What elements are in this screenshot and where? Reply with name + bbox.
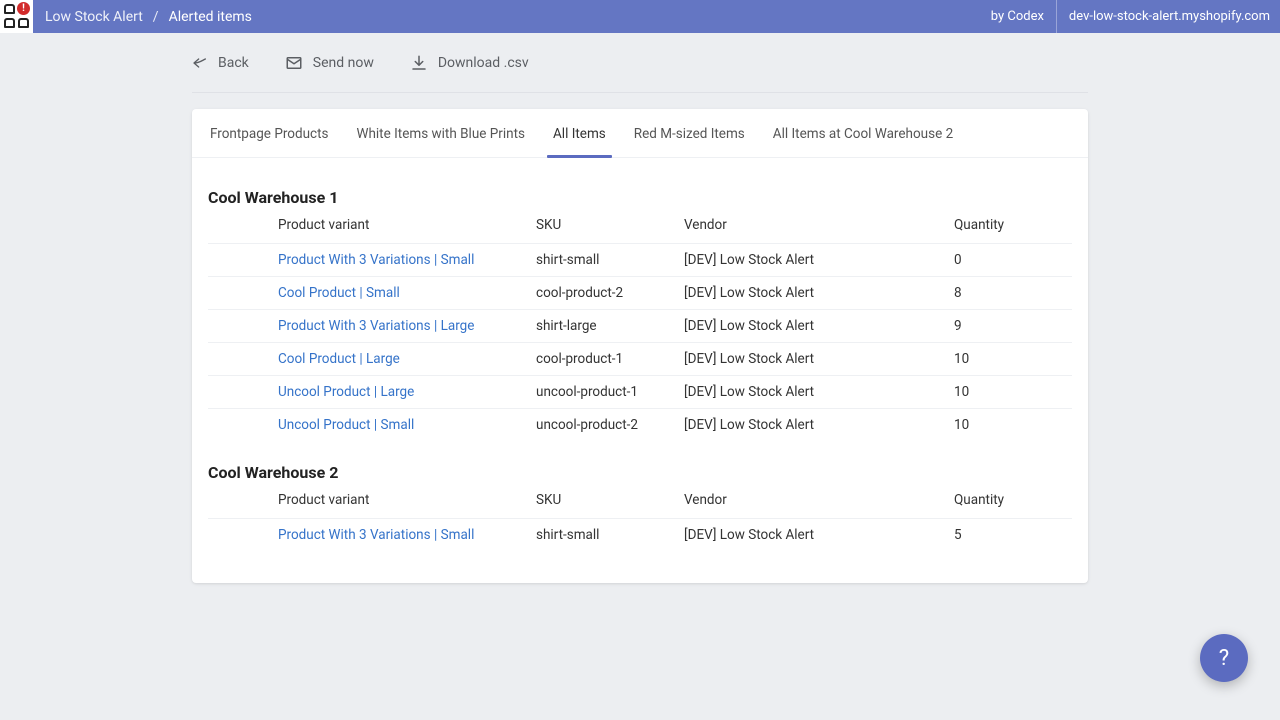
sku-cell: shirt-small xyxy=(536,244,684,277)
product-image-cell xyxy=(208,343,278,376)
quantity-cell: 9 xyxy=(954,310,1072,343)
product-variant-link[interactable]: Product With 3 Variations | Small xyxy=(278,527,474,543)
vendor-cell: [DEV] Low Stock Alert xyxy=(684,343,954,376)
table-row: Uncool Product | Small uncool-product-2[D… xyxy=(208,409,1072,442)
vendor-cell: [DEV] Low Stock Alert xyxy=(684,519,954,552)
table-row: Product With 3 Variations | Small shirt-s… xyxy=(208,519,1072,552)
sku-cell: uncool-product-1 xyxy=(536,376,684,409)
tab-red-m-sized-items[interactable]: Red M-sized Items xyxy=(620,109,759,157)
product-image-cell xyxy=(208,376,278,409)
table-row: Uncool Product | Large uncool-product-1[D… xyxy=(208,376,1072,409)
col-vendor: Vendor xyxy=(684,211,954,244)
product-variant-link[interactable]: Product With 3 Variations | Small xyxy=(278,252,474,268)
download-icon xyxy=(410,54,428,72)
quantity-cell: 8 xyxy=(954,277,1072,310)
vendor-cell: [DEV] Low Stock Alert xyxy=(684,277,954,310)
back-arrow-icon xyxy=(192,55,208,71)
table-row: Cool Product | Large cool-product-1[DEV] … xyxy=(208,343,1072,376)
sku-cell: uncool-product-2 xyxy=(536,409,684,442)
action-bar-divider xyxy=(192,92,1088,93)
vendor-cell: [DEV] Low Stock Alert xyxy=(684,376,954,409)
product-variant-link[interactable]: Cool Product | Large xyxy=(278,351,400,367)
alert-badge-icon: ! xyxy=(17,2,30,15)
download-csv-button[interactable]: Download .csv xyxy=(410,54,529,72)
breadcrumb-page: Alerted items xyxy=(169,9,252,25)
download-csv-label: Download .csv xyxy=(438,55,529,71)
col-sku: SKU xyxy=(536,486,684,519)
vendor-cell: [DEV] Low Stock Alert xyxy=(684,409,954,442)
tab-all-items[interactable]: All Items xyxy=(539,109,620,157)
sku-cell: cool-product-1 xyxy=(536,343,684,376)
warehouse-block: Cool Warehouse 1 Product variantSKUVendor… xyxy=(208,188,1072,441)
product-variant-link[interactable]: Uncool Product | Large xyxy=(278,384,414,400)
table-row: Product With 3 Variations | Small shirt-s… xyxy=(208,244,1072,277)
items-table: Product variantSKUVendorQuantityProduct … xyxy=(208,486,1072,551)
vendor-cell: [DEV] Low Stock Alert xyxy=(684,310,954,343)
quantity-cell: 10 xyxy=(954,343,1072,376)
product-variant-link[interactable]: Cool Product | Small xyxy=(278,285,400,301)
sku-cell: cool-product-2 xyxy=(536,277,684,310)
items-table: Product variantSKUVendorQuantityProduct … xyxy=(208,211,1072,441)
mail-icon xyxy=(285,54,303,72)
product-image-cell xyxy=(208,277,278,310)
breadcrumb: Low Stock Alert / Alerted items xyxy=(33,9,252,25)
product-variant-link[interactable]: Product With 3 Variations | Large xyxy=(278,318,474,334)
back-button[interactable]: Back xyxy=(192,55,249,71)
send-now-label: Send now xyxy=(313,55,374,71)
help-icon: ? xyxy=(1219,646,1229,671)
tab-white-items-with-blue-prints[interactable]: White Items with Blue Prints xyxy=(342,109,539,157)
author-label[interactable]: by Codex xyxy=(979,0,1057,33)
product-image-cell xyxy=(208,519,278,552)
col-product-variant: Product variant xyxy=(278,211,536,244)
breadcrumb-app[interactable]: Low Stock Alert xyxy=(45,9,143,25)
vendor-cell: [DEV] Low Stock Alert xyxy=(684,244,954,277)
tabs: Frontpage ProductsWhite Items with Blue … xyxy=(192,109,1088,158)
help-button[interactable]: ? xyxy=(1200,634,1248,682)
sku-cell: shirt-large xyxy=(536,310,684,343)
col-sku: SKU xyxy=(536,211,684,244)
col-quantity: Quantity xyxy=(954,211,1072,244)
tab-frontpage-products[interactable]: Frontpage Products xyxy=(196,109,342,157)
tab-all-items-at-cool-warehouse-2[interactable]: All Items at Cool Warehouse 2 xyxy=(759,109,967,157)
col-vendor: Vendor xyxy=(684,486,954,519)
warehouse-title: Cool Warehouse 2 xyxy=(208,463,1072,482)
product-variant-link[interactable]: Uncool Product | Small xyxy=(278,417,414,433)
action-bar: Back Send now Download .csv xyxy=(192,33,1088,92)
product-image-cell xyxy=(208,310,278,343)
back-label: Back xyxy=(218,55,249,71)
quantity-cell: 0 xyxy=(954,244,1072,277)
card-body: Cool Warehouse 1Product variantSKUVendor… xyxy=(192,158,1088,583)
product-image-cell xyxy=(208,244,278,277)
alerted-items-card: Frontpage ProductsWhite Items with Blue … xyxy=(192,109,1088,583)
quantity-cell: 10 xyxy=(954,376,1072,409)
app-logo: ! xyxy=(0,0,33,33)
shop-domain-label[interactable]: dev-low-stock-alert.myshopify.com xyxy=(1057,0,1270,33)
col-quantity: Quantity xyxy=(954,486,1072,519)
send-now-button[interactable]: Send now xyxy=(285,54,374,72)
quantity-cell: 10 xyxy=(954,409,1072,442)
table-row: Cool Product | Small cool-product-2[DEV] … xyxy=(208,277,1072,310)
product-image-cell xyxy=(208,409,278,442)
col-product-variant: Product variant xyxy=(278,486,536,519)
warehouse-title: Cool Warehouse 1 xyxy=(208,188,1072,207)
breadcrumb-separator: / xyxy=(153,9,159,25)
quantity-cell: 5 xyxy=(954,519,1072,552)
table-row: Product With 3 Variations | Large shirt-l… xyxy=(208,310,1072,343)
sku-cell: shirt-small xyxy=(536,519,684,552)
warehouse-block: Cool Warehouse 2 Product variantSKUVendor… xyxy=(208,463,1072,551)
top-bar: ! Low Stock Alert / Alerted items by Cod… xyxy=(0,0,1280,33)
